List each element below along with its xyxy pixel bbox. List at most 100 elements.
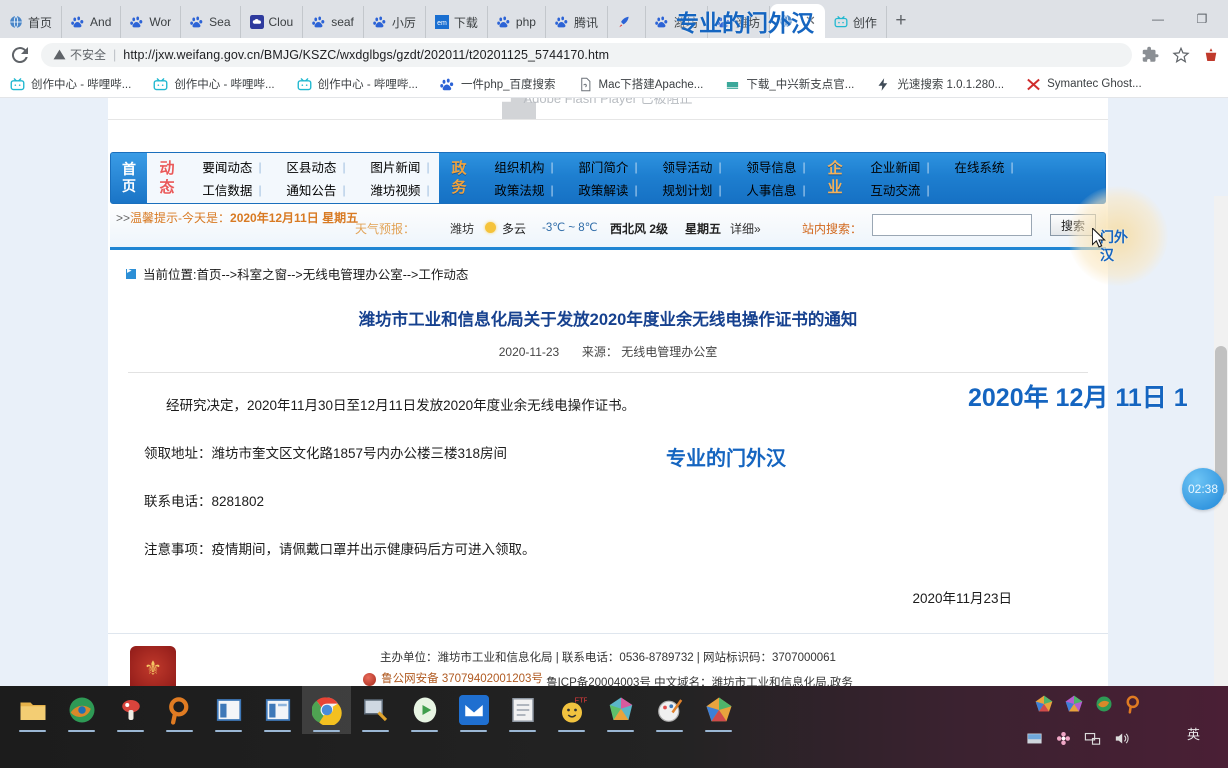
nav-link[interactable]: 图片新闻 bbox=[364, 157, 426, 176]
browser-tab[interactable] bbox=[608, 6, 646, 38]
police-beian[interactable]: 鲁公网安备 37079402001203号 bbox=[363, 669, 543, 686]
bookmark-item[interactable]: 创作中心 - 哔哩哔... bbox=[297, 76, 418, 92]
nav-separator: | bbox=[718, 159, 722, 174]
taskbar-app-remote-desktop[interactable] bbox=[351, 686, 400, 734]
nav-link[interactable]: 要闻动态 bbox=[196, 157, 258, 176]
browser-tab[interactable]: seaf bbox=[303, 6, 364, 38]
volume-icon[interactable] bbox=[1113, 730, 1130, 747]
taskbar-app-foxmail[interactable] bbox=[449, 686, 498, 734]
reload-icon[interactable] bbox=[8, 43, 32, 67]
nav-home-button[interactable]: 首 页 bbox=[111, 153, 147, 203]
weather-detail-link[interactable]: 详细» bbox=[730, 220, 761, 237]
nav-link[interactable]: 在线系统 bbox=[948, 157, 1010, 176]
nav-link[interactable]: 工信数据 bbox=[196, 180, 258, 199]
taskbar-running-indicator bbox=[460, 730, 487, 732]
network-icon[interactable] bbox=[1084, 730, 1101, 747]
browser-tab[interactable]: And bbox=[62, 6, 122, 38]
browser-tab[interactable]: ✕ bbox=[770, 4, 825, 38]
taskbar-app-media-player[interactable] bbox=[400, 686, 449, 734]
bookmark-item[interactable]: 下载_中兴新支点官... bbox=[725, 76, 854, 92]
nav-cell: 政策法规 | bbox=[479, 180, 563, 199]
nav-link[interactable]: 政策法规 bbox=[488, 180, 550, 199]
nav-link[interactable]: 政策解读 bbox=[572, 180, 634, 199]
article-paragraph: 领取地址：潍坊市奎文区文化路1857号内办公楼三楼318房间 bbox=[144, 446, 508, 461]
nav-link[interactable]: 领导信息 bbox=[740, 157, 802, 176]
search-tray-icon[interactable] bbox=[1124, 694, 1144, 714]
taskbar-app-notes[interactable] bbox=[498, 686, 547, 734]
bookmark-item[interactable]: Mac下搭建Apache... bbox=[578, 76, 703, 92]
nav-link[interactable]: 区县动态 bbox=[280, 157, 342, 176]
firefox-tray-icon[interactable] bbox=[1094, 694, 1114, 714]
browser-tab[interactable]: 潍坊 bbox=[646, 6, 708, 38]
tab-title: 小厉 bbox=[391, 15, 416, 30]
browser-tab[interactable]: 腾讯 bbox=[546, 6, 608, 38]
profile-avatar-icon[interactable] bbox=[1202, 46, 1220, 64]
taskbar-app-window-app[interactable] bbox=[204, 686, 253, 734]
browser-tab[interactable]: 首页 bbox=[0, 6, 63, 38]
baidu-paw-icon bbox=[717, 16, 730, 28]
taskbar-app-drive[interactable] bbox=[694, 686, 743, 734]
nav-link[interactable]: 通知公告 bbox=[280, 180, 342, 199]
maximize-button[interactable]: ❐ bbox=[1180, 4, 1224, 34]
nav-separator: | bbox=[426, 159, 430, 174]
flower-icon[interactable] bbox=[1055, 730, 1072, 747]
bilibili-icon bbox=[10, 77, 25, 90]
nav-cell: 在线系统 | bbox=[939, 157, 1023, 176]
minimize-button[interactable]: — bbox=[1136, 4, 1180, 34]
drive2-icon[interactable] bbox=[1064, 694, 1084, 714]
new-tab-button[interactable]: + bbox=[887, 7, 915, 35]
tab-title: Sea bbox=[209, 15, 231, 29]
bookmark-item[interactable]: Symantec Ghost... bbox=[1026, 77, 1142, 92]
keyboard-icon[interactable] bbox=[1026, 730, 1043, 747]
nav-link[interactable]: 部门简介 bbox=[572, 157, 634, 176]
extension-icon[interactable] bbox=[1142, 46, 1160, 64]
taskbar-app-photoshop[interactable] bbox=[596, 686, 645, 734]
baidu-paw-icon bbox=[312, 16, 325, 28]
taskbar-app-firefox[interactable] bbox=[57, 686, 106, 734]
taskbar-app-ftp[interactable]: FTP bbox=[547, 686, 596, 734]
nav-link[interactable]: 互动交流 bbox=[864, 180, 926, 199]
bookmark-star-icon[interactable] bbox=[1172, 46, 1190, 64]
taskbar-app-window-app2[interactable] bbox=[253, 686, 302, 734]
bookmark-item[interactable]: 光速搜索 1.0.1.280... bbox=[876, 76, 1004, 92]
browser-tab[interactable]: Wor bbox=[121, 6, 182, 38]
site-search-input[interactable] bbox=[872, 214, 1032, 236]
nav-link[interactable]: 组织机构 bbox=[488, 157, 550, 176]
ime-language-indicator[interactable]: 英 bbox=[1187, 724, 1200, 743]
nav-link[interactable]: 规划计划 bbox=[656, 180, 718, 199]
browser-tab-strip: 首页 And Wor Sea Clou seaf 小厉 em 下载 php 腾讯 潍坊 潍坊 ✕ 创作 + … bbox=[0, 0, 1228, 38]
tab-title: php bbox=[515, 15, 536, 29]
not-secure-indicator[interactable]: 不安全 bbox=[53, 46, 106, 63]
police-beian-text: 鲁公网安备 37079402001203号 bbox=[381, 673, 543, 685]
globe-icon bbox=[780, 14, 792, 28]
nav-link[interactable]: 企业新闻 bbox=[864, 157, 926, 176]
browser-tab[interactable]: 创作 bbox=[825, 6, 887, 38]
taskbar-app-mushroom[interactable] bbox=[106, 686, 155, 734]
browser-tab[interactable]: Sea bbox=[181, 6, 241, 38]
nav-link[interactable]: 人事信息 bbox=[740, 180, 802, 199]
tab-title: 下载 bbox=[453, 15, 478, 30]
browser-tab[interactable]: 潍坊 bbox=[708, 6, 770, 38]
taskbar-app-search[interactable] bbox=[155, 686, 204, 734]
browser-tab[interactable]: em 下载 bbox=[426, 6, 488, 38]
browser-tab[interactable]: Clou bbox=[241, 6, 304, 38]
weather-temperature: -3℃ ~ 8℃ bbox=[542, 222, 598, 234]
site-search-button[interactable]: 搜索 bbox=[1050, 214, 1096, 236]
browser-tab[interactable]: php bbox=[488, 6, 546, 38]
bookmark-item[interactable]: 创作中心 - 哔哩哔... bbox=[10, 76, 131, 92]
nav-link[interactable]: 潍坊视频 bbox=[364, 180, 426, 199]
drive-icon[interactable] bbox=[1034, 694, 1054, 714]
taskbar-app-file-explorer[interactable] bbox=[8, 686, 57, 734]
bookmark-label: Symantec Ghost... bbox=[1047, 78, 1142, 90]
taskbar-app-chrome[interactable] bbox=[302, 686, 351, 734]
address-bar[interactable]: 不安全 | http://jxw.weifang.gov.cn/BMJG/KSZ… bbox=[41, 42, 1132, 67]
page-scrollbar-track[interactable] bbox=[1214, 196, 1228, 686]
nav-link[interactable]: 领导活动 bbox=[656, 157, 718, 176]
taskbar-app-paint[interactable] bbox=[645, 686, 694, 734]
browser-tab[interactable]: 小厉 bbox=[364, 6, 426, 38]
tab-title: 潍坊 bbox=[735, 15, 760, 30]
close-tab-icon[interactable]: ✕ bbox=[805, 13, 816, 29]
bookmark-item[interactable]: 创作中心 - 哔哩哔... bbox=[153, 76, 275, 92]
em-icon: em bbox=[434, 15, 449, 29]
bookmark-item[interactable]: 一件php_百度搜索 bbox=[440, 76, 556, 92]
